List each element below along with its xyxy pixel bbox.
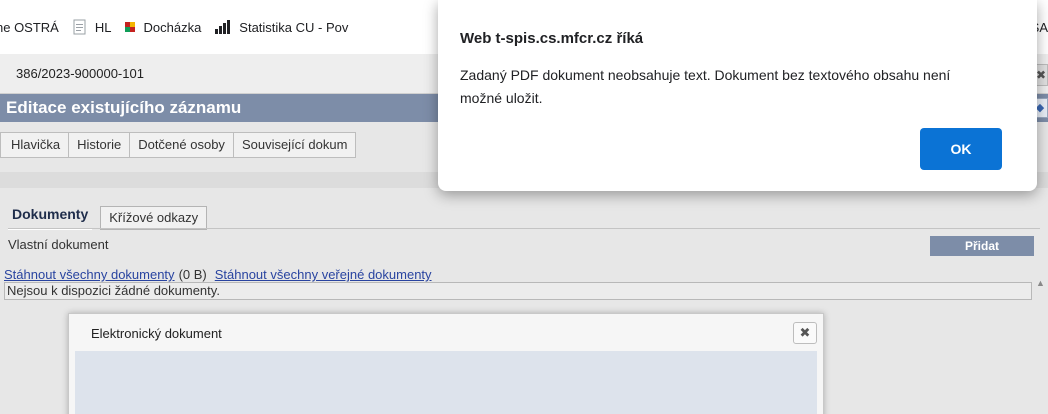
tab-souvisejici[interactable]: Související dokum bbox=[233, 132, 357, 158]
modal-body bbox=[75, 351, 817, 414]
alert-title: Web t-spis.cs.mfcr.cz říká bbox=[460, 30, 644, 47]
scroll-up-icon[interactable]: ▲ bbox=[1036, 278, 1046, 288]
bookmark-ostra[interactable]: ne OSTRÁ bbox=[0, 20, 59, 35]
tab-hlavicka[interactable]: Hlavička bbox=[0, 132, 70, 158]
bookmark-label: Statistika CU - Pov bbox=[239, 19, 349, 35]
bookmark-statistika[interactable]: Statistika CU - Pov bbox=[215, 20, 348, 35]
page-title: Editace existujícího záznamu bbox=[6, 98, 242, 117]
electronic-document-modal: Elektronický dokument ✖ bbox=[68, 313, 824, 414]
add-button[interactable]: Přidat bbox=[930, 236, 1034, 256]
bookmark-label: HL bbox=[94, 19, 112, 35]
tab-krizove-odkazy[interactable]: Křížové odkazy bbox=[100, 206, 208, 230]
document-id: 386/2023-900000-101 bbox=[16, 66, 144, 81]
bookmark-label: ne OSTRÁ bbox=[0, 19, 59, 35]
tab-historie[interactable]: Historie bbox=[69, 132, 131, 158]
download-public-link[interactable]: Stáhnout všechny veřejné dokumenty bbox=[215, 267, 432, 282]
modal-header: Elektronický dokument ✖ bbox=[69, 314, 823, 350]
tab-dotcene-osoby[interactable]: Dotčené osoby bbox=[130, 132, 234, 158]
empty-message: Nejsou k dispozici žádné dokumenty. bbox=[4, 282, 1032, 300]
modal-title: Elektronický dokument bbox=[91, 326, 222, 341]
ok-button[interactable]: OK bbox=[920, 128, 1002, 170]
close-icon[interactable]: ✖ bbox=[793, 322, 817, 344]
section-label: Vlastní dokument bbox=[8, 237, 109, 252]
alert-dialog: Web t-spis.cs.mfcr.cz říká Zadaný PDF do… bbox=[438, 0, 1037, 191]
sub-tabs: Dokumenty Křížové odkazy bbox=[8, 202, 208, 230]
bookmark-label: Docházka bbox=[143, 19, 202, 35]
main-tabs: Hlavička Historie Dotčené osoby Souvisej… bbox=[0, 132, 357, 158]
bookmark-dochazka[interactable]: Docházka bbox=[125, 20, 201, 35]
divider bbox=[8, 228, 1040, 229]
bookmark-hl[interactable]: HL bbox=[73, 19, 112, 35]
download-links: Stáhnout všechny dokumenty (0 B) Stáhnout … bbox=[4, 267, 432, 282]
alert-message: Zadaný PDF dokument neobsahuje text. Dok… bbox=[460, 67, 951, 106]
app-icon bbox=[125, 22, 136, 32]
tab-dokumenty[interactable]: Dokumenty bbox=[8, 202, 93, 230]
document-icon bbox=[73, 19, 87, 35]
bar-chart-icon bbox=[215, 20, 231, 34]
download-all-link[interactable]: Stáhnout všechny dokumenty bbox=[4, 267, 175, 282]
download-size: (0 B) bbox=[178, 267, 207, 282]
